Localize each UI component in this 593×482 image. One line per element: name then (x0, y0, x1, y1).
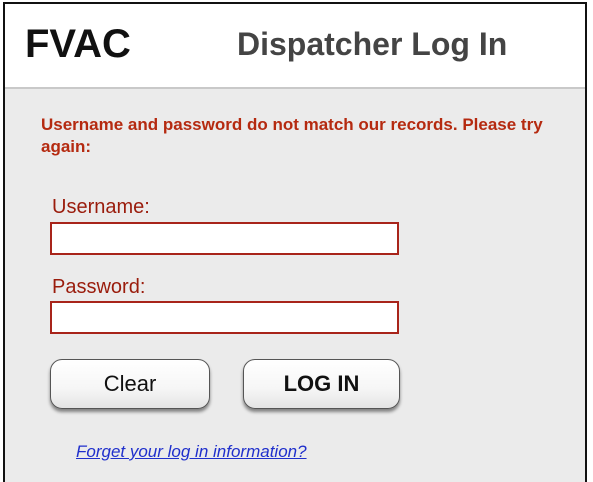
password-input[interactable] (50, 301, 399, 334)
login-panel: FVAC Dispatcher Log In Username and pass… (3, 2, 587, 482)
login-button[interactable]: LOG IN (243, 359, 400, 409)
clear-button[interactable]: Clear (50, 359, 210, 409)
forgot-login-link[interactable]: Forget your log in information? (76, 442, 307, 462)
logo: FVAC (25, 22, 131, 66)
error-message: Username and password do not match our r… (41, 115, 543, 156)
page-title: Dispatcher Log In (237, 26, 508, 62)
header: FVAC Dispatcher Log In (5, 4, 585, 89)
password-label: Password: (52, 276, 146, 298)
username-label: Username: (52, 196, 150, 218)
username-input[interactable] (50, 222, 399, 255)
